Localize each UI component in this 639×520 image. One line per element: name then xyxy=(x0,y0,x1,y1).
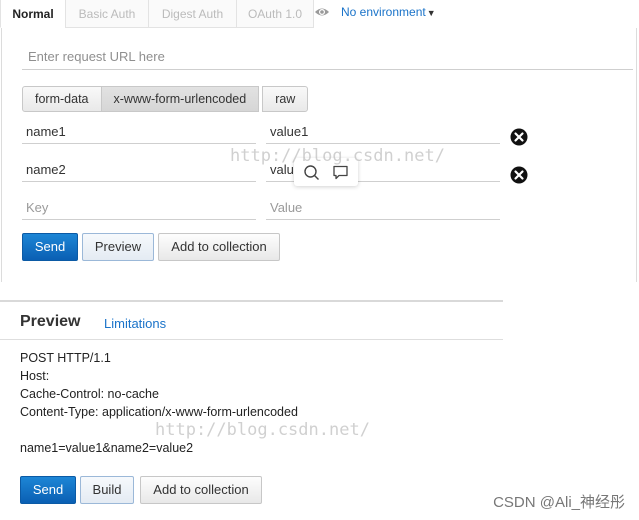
watermark: http://blog.csdn.net/ xyxy=(230,146,445,166)
chevron-down-icon: ▼ xyxy=(426,8,436,18)
preview-header-host: Host: xyxy=(20,369,50,383)
add-to-collection-button[interactable]: Add to collection xyxy=(158,233,280,261)
mode-urlencoded-button[interactable]: x-www-form-urlencoded xyxy=(100,86,260,112)
tab-oauth[interactable]: OAuth 1.0 xyxy=(236,0,314,28)
param-value-input[interactable] xyxy=(266,196,500,220)
preview-send-button[interactable]: Send xyxy=(20,476,76,504)
preview-title: Preview xyxy=(20,313,81,330)
panel-border-right xyxy=(636,28,637,282)
preview-header-rule xyxy=(0,339,503,340)
param-key-input[interactable] xyxy=(22,158,256,182)
limitations-link[interactable]: Limitations xyxy=(104,316,166,331)
mode-raw-button[interactable]: raw xyxy=(262,86,309,112)
send-button[interactable]: Send xyxy=(22,233,78,261)
environment-label: No environment xyxy=(341,5,426,19)
watermark: http://blog.csdn.net/ xyxy=(155,420,370,440)
tab-basic-auth[interactable]: Basic Auth xyxy=(65,0,149,28)
param-value-input[interactable] xyxy=(266,120,500,144)
mode-form-data-button[interactable]: form-data xyxy=(22,86,102,112)
build-button[interactable]: Build xyxy=(80,476,134,504)
preview-header-cache-control: Cache-Control: no-cache xyxy=(20,387,159,401)
eye-icon[interactable] xyxy=(314,6,330,18)
remove-param-icon[interactable] xyxy=(510,166,528,184)
panel-border-left xyxy=(1,28,2,282)
preview-add-to-collection-button[interactable]: Add to collection xyxy=(140,476,262,504)
remove-param-icon[interactable] xyxy=(510,128,528,146)
preview-body: name1=value1&name2=value2 xyxy=(20,441,194,455)
body-mode-toggle: form-data x-www-form-urlencoded raw xyxy=(22,86,309,112)
environment-select[interactable]: No environment▼ xyxy=(341,5,436,19)
param-key-input[interactable] xyxy=(22,120,256,144)
comment-icon[interactable] xyxy=(332,164,349,181)
tab-normal[interactable]: Normal xyxy=(0,0,66,28)
param-key-input[interactable] xyxy=(22,196,256,220)
preview-button[interactable]: Preview xyxy=(82,233,154,261)
section-divider xyxy=(0,300,503,302)
tab-digest-auth[interactable]: Digest Auth xyxy=(148,0,237,28)
preview-header-content-type: Content-Type: application/x-www-form-url… xyxy=(20,405,298,419)
credit-watermark: CSDN @Ali_神经彤 xyxy=(493,494,625,511)
auth-tab-bar: Normal Basic Auth Digest Auth OAuth 1.0 … xyxy=(0,0,639,29)
preview-request-line: POST HTTP/1.1 xyxy=(20,351,111,365)
request-url-input[interactable] xyxy=(22,44,633,70)
search-icon[interactable] xyxy=(303,164,320,181)
